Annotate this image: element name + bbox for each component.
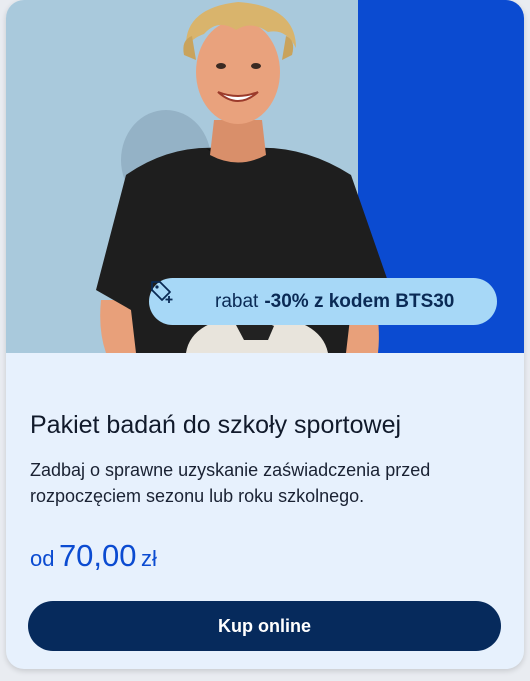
price-unit: zł <box>140 546 157 571</box>
buy-online-button[interactable]: Kup online <box>28 601 501 651</box>
discount-badge: rabat -30% z kodem BTS30 <box>149 278 497 325</box>
price-value: 70,00 <box>58 538 137 573</box>
product-price: od 70,00 zł <box>30 538 157 574</box>
hero-image: rabat -30% z kodem BTS30 <box>6 0 524 353</box>
tag-plus-icon <box>151 281 205 315</box>
product-description: Zadbaj o sprawne uzyskanie zaświadczenia… <box>30 460 431 506</box>
discount-label: rabat <box>215 290 259 312</box>
product-title: Pakiet badań do szkoły sportowej <box>30 411 402 439</box>
price-prefix: od <box>30 546 55 571</box>
product-card[interactable]: rabat -30% z kodem BTS30 Pakiet badań do… <box>6 0 524 669</box>
discount-code: -30% z kodem BTS30 <box>264 290 455 312</box>
